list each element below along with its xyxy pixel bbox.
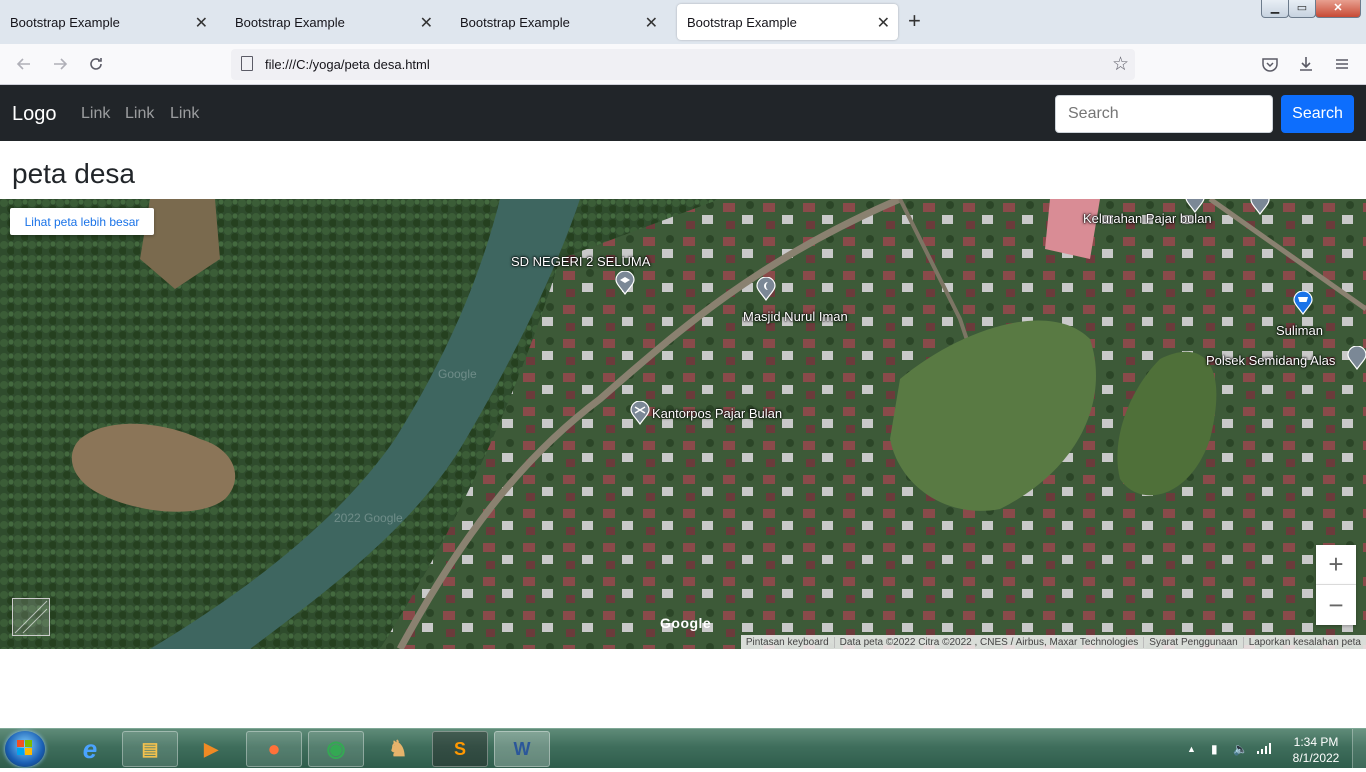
street-view-pegman-icon[interactable]: [12, 598, 50, 636]
volume-icon[interactable]: 🔈: [1233, 742, 1248, 756]
satellite-imagery: [0, 199, 1366, 649]
tab-title: Bootstrap Example: [687, 14, 797, 30]
browser-toolbar: file:///C:/yoga/peta desa.html ☆: [0, 44, 1366, 85]
game-icon[interactable]: ♞: [370, 731, 426, 767]
nav-link[interactable]: Link: [81, 105, 110, 123]
site-navbar: Logo Link Link Link Search: [0, 85, 1366, 141]
post-office-pin-icon[interactable]: [630, 401, 650, 425]
reload-icon[interactable]: [86, 54, 106, 74]
battery-icon[interactable]: ▮: [1211, 742, 1218, 756]
terms-of-use-link[interactable]: Syarat Penggunaan: [1143, 636, 1242, 648]
download-icon[interactable]: [1296, 54, 1316, 74]
tab-title: Bootstrap Example: [460, 14, 570, 30]
search-input[interactable]: [1055, 95, 1273, 133]
back-arrow-icon[interactable]: [14, 54, 34, 74]
place-label[interactable]: Masjid Nurul Iman: [743, 309, 848, 324]
map-data-credit: Data peta ©2022 Citra ©2022 , CNES / Air…: [833, 636, 1144, 648]
place-label[interactable]: Kantorpos Pajar Bulan: [652, 406, 782, 421]
tab-title: Bootstrap Example: [10, 14, 120, 30]
zoom-in-button[interactable]: +: [1316, 545, 1356, 585]
url-bar[interactable]: file:///C:/yoga/peta desa.html ☆: [231, 49, 1135, 80]
firefox-icon[interactable]: ●: [246, 731, 302, 767]
url-text: file:///C:/yoga/peta desa.html: [265, 57, 430, 72]
show-hidden-icons-icon[interactable]: ▲: [1187, 744, 1196, 754]
start-button[interactable]: [5, 731, 45, 767]
mosque-pin-icon[interactable]: [756, 277, 776, 301]
map-attribution-bar: Pintasan keyboard Data peta ©2022 Citra …: [740, 635, 1366, 649]
map-watermark: 2022 Google: [334, 511, 403, 525]
windows-taskbar: e ▤ ▶ ● ◉ ♞ S W ▲ ▮ 🔈 1:34 PM 8/1/2022: [0, 728, 1366, 769]
place-label[interactable]: SD NEGERI 2 SELUMA: [511, 254, 650, 269]
zoom-out-button[interactable]: −: [1316, 585, 1356, 625]
new-tab-button[interactable]: +: [908, 9, 921, 33]
tab-close-icon[interactable]: ✕: [645, 13, 658, 33]
place-label[interactable]: Suliman: [1276, 323, 1323, 338]
browser-tab[interactable]: Bootstrap Example ✕: [450, 4, 666, 40]
file-explorer-icon[interactable]: ▤: [122, 731, 178, 767]
chrome-icon[interactable]: ◉: [308, 731, 364, 767]
clock-time: 1:34 PM: [1293, 735, 1339, 749]
hamburger-menu-icon[interactable]: [1332, 54, 1352, 74]
nav-link[interactable]: Link: [125, 105, 154, 123]
school-pin-icon[interactable]: [615, 271, 635, 295]
police-pin-icon[interactable]: [1347, 346, 1366, 370]
pocket-icon[interactable]: [1260, 54, 1280, 74]
show-desktop-button[interactable]: [1352, 729, 1366, 769]
minimize-button[interactable]: ▁: [1261, 0, 1289, 18]
view-larger-map-button[interactable]: Lihat peta lebih besar: [10, 208, 154, 235]
tab-close-icon[interactable]: ✕: [877, 13, 890, 33]
window-close-button[interactable]: ✕: [1315, 0, 1361, 18]
clock-date: 8/1/2022: [1292, 751, 1340, 765]
place-label[interactable]: Polsek Semidang Alas: [1206, 353, 1335, 368]
map-watermark: Google: [438, 367, 477, 381]
browser-tab[interactable]: Bootstrap Example ✕: [0, 4, 216, 40]
google-logo: Google: [660, 615, 712, 631]
place-label[interactable]: Kelurahan Pajar bulan: [1083, 211, 1212, 226]
report-map-error-link[interactable]: Laporkan kesalahan peta: [1242, 636, 1366, 648]
forward-arrow-icon[interactable]: [50, 54, 70, 74]
satellite-map[interactable]: Lihat peta lebih besar Google 2022 Googl…: [0, 199, 1366, 649]
microsoft-word-icon[interactable]: W: [494, 731, 550, 767]
system-clock[interactable]: 1:34 PM 8/1/2022: [1285, 734, 1347, 766]
tab-close-icon[interactable]: ✕: [420, 13, 433, 33]
brand-logo[interactable]: Logo: [12, 103, 57, 126]
page-title: peta desa: [12, 158, 135, 189]
network-signal-icon[interactable]: [1257, 742, 1273, 757]
search-button[interactable]: Search: [1281, 95, 1354, 133]
star-icon[interactable]: ☆: [1112, 53, 1129, 76]
browser-tab-strip: Bootstrap Example ✕ Bootstrap Example ✕ …: [0, 0, 1366, 44]
shopping-pin-icon[interactable]: [1293, 291, 1313, 315]
browser-tab[interactable]: Bootstrap Example ✕: [225, 4, 441, 40]
browser-tab-active[interactable]: Bootstrap Example ✕: [677, 4, 898, 40]
page-icon: [241, 56, 253, 71]
tab-title: Bootstrap Example: [235, 14, 345, 30]
government-pin-icon[interactable]: [1250, 199, 1270, 215]
media-player-icon[interactable]: ▶: [183, 731, 239, 767]
nav-link[interactable]: Link: [170, 105, 199, 123]
tab-close-icon[interactable]: ✕: [195, 13, 208, 33]
sublime-text-icon[interactable]: S: [432, 731, 488, 767]
keyboard-shortcuts-link[interactable]: Pintasan keyboard: [741, 637, 834, 648]
maximize-button[interactable]: ▭: [1288, 0, 1316, 18]
internet-explorer-icon[interactable]: e: [62, 731, 118, 767]
